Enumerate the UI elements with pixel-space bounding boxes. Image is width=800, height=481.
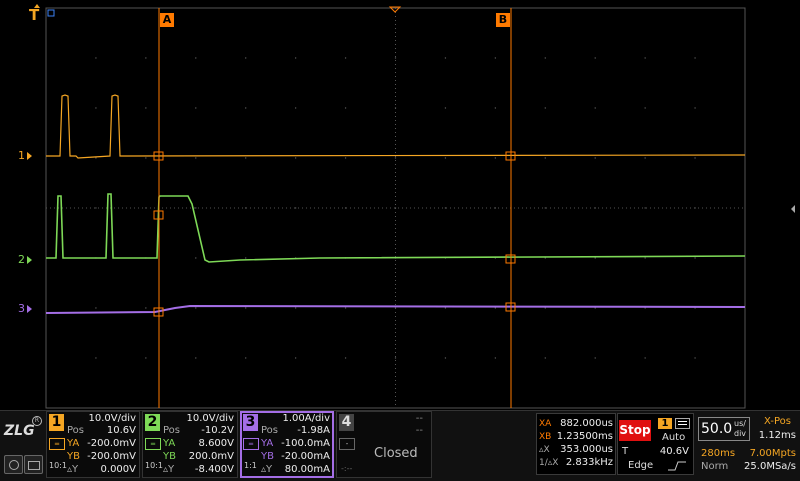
ch4-coupling-dash: -	[345, 440, 349, 448]
ch2-dc-coupling-icon: ═	[145, 438, 161, 450]
ch3-yb: -20.00mA	[281, 451, 330, 462]
trigger-source-badge[interactable]: 1	[658, 418, 672, 429]
ch3-pos: -1.98A	[297, 425, 330, 436]
cursor-b-label[interactable]: B	[496, 13, 510, 27]
ch1-pos: 10.6V	[106, 425, 136, 436]
ch3-offset-marker[interactable]: 3	[18, 302, 32, 315]
ch1-dy-label: ▵Y	[67, 464, 79, 475]
ch2-ya: 8.600V	[198, 438, 234, 449]
xpos-value: 1.12ms	[758, 430, 796, 441]
ch4-status: Closed	[374, 446, 418, 461]
ch4-pos: --	[415, 425, 423, 436]
ch1-offset-marker[interactable]: 1	[18, 149, 32, 162]
timebase-scale-box[interactable]: 50.0 us/ div	[698, 417, 750, 441]
cursor-dx-label: ▵X	[539, 445, 550, 455]
sample-rate: 25.0MSa/s	[744, 461, 796, 472]
ch2-number-badge[interactable]: 2	[145, 414, 160, 431]
trigger-level-tag: T	[622, 446, 629, 457]
ch1-offset-arrow-icon	[27, 152, 32, 160]
waveform-screen[interactable]	[0, 0, 800, 410]
ch1-scale: 10.0V/div	[88, 413, 136, 424]
chevron-left-icon	[791, 205, 795, 213]
registered-icon: R	[32, 416, 42, 426]
camera-icon	[28, 461, 40, 470]
cursor-dx: 353.000us	[560, 444, 613, 455]
ch2-dy: -8.400V	[194, 464, 234, 475]
ch2-pos: -10.2V	[201, 425, 234, 436]
ch1-ya: -200.0mV	[87, 438, 136, 449]
ch1-dy: 0.000V	[100, 464, 136, 475]
acq-mode: Norm	[701, 461, 729, 472]
timebase-panel[interactable]: 50.0 us/ div X-Pos 1.12ms 280ms 7.00Mpts…	[696, 413, 800, 475]
timebase-value: 50.0	[701, 421, 733, 437]
ch1-yb-label: YB	[67, 451, 80, 462]
ch3-yb-label: YB	[261, 451, 274, 462]
touch-icon	[9, 460, 19, 470]
cursor-xa-label: XA	[539, 419, 552, 429]
ch4-info-panel[interactable]: 4 -- -- - Closed -:--	[336, 411, 432, 478]
timebase-unit-top: us/	[734, 419, 746, 428]
cursor-xa: 882.000us	[560, 418, 613, 429]
ch1-probe-ratio: 10:1	[49, 461, 67, 470]
run-trigger-panel[interactable]: Stop 1 Auto T 40.6V Edge	[617, 413, 694, 475]
ch1-dc-coupling-icon: ═	[49, 438, 65, 450]
ch2-ya-label: YA	[163, 438, 176, 449]
ch3-pos-label: Pos	[261, 425, 279, 436]
acq-window: 280ms	[701, 448, 736, 459]
screenshot-button[interactable]	[24, 455, 43, 474]
trigger-mode[interactable]: Auto	[662, 432, 685, 443]
cursor-xb-label: XB	[539, 432, 552, 442]
trigger-coupling-icon	[675, 418, 690, 429]
trigger-level: 40.6V	[659, 446, 689, 457]
ch1-number-badge[interactable]: 1	[49, 414, 64, 431]
ch4-number-badge[interactable]: 4	[339, 414, 354, 431]
ch3-offset-arrow-icon	[27, 305, 32, 313]
trigger-arrow-icon	[34, 4, 40, 8]
ch3-dc-coupling-icon: ═	[243, 438, 259, 450]
ch1-pos-label: Pos	[67, 425, 85, 436]
ch2-offset-label: 2	[18, 253, 25, 266]
ch3-ya-label: YA	[261, 438, 274, 449]
ch2-scale: 10.0V/div	[186, 413, 234, 424]
rising-edge-icon	[668, 461, 686, 471]
ch2-probe-ratio: 10:1	[145, 461, 163, 470]
ch2-pos-label: Pos	[163, 425, 181, 436]
timebase-unit-bottom: div	[734, 429, 747, 438]
cursor-freq: 2.833kHz	[565, 457, 613, 468]
ch3-number-badge[interactable]: 3	[243, 414, 258, 431]
cursor-xb: 1.23500ms	[556, 431, 613, 442]
ch3-offset-label: 3	[18, 302, 25, 315]
ch3-dy-label: ▵Y	[261, 464, 273, 475]
cursor-readout-panel[interactable]: XA 882.000us XB 1.23500ms ▵X 353.000us 1…	[536, 413, 616, 475]
trigger-level-icon[interactable]: T	[29, 7, 39, 23]
ch2-offset-arrow-icon	[27, 256, 32, 264]
run-stop-button[interactable]: Stop	[619, 420, 651, 441]
ch3-scale: 1.00A/div	[282, 413, 330, 424]
ch1-ya-label: YA	[67, 438, 80, 449]
xpos-label: X-Pos	[764, 416, 791, 427]
ch3-probe-ratio: 1:1	[244, 461, 257, 470]
brand-logo: ZLG	[4, 423, 35, 439]
ch1-offset-label: 1	[18, 149, 25, 162]
ch1-yb: -200.0mV	[87, 451, 136, 462]
ch2-dy-label: ▵Y	[163, 464, 175, 475]
ch2-yb-label: YB	[163, 451, 176, 462]
memory-depth: 7.00Mpts	[749, 448, 796, 459]
ch2-offset-marker[interactable]: 2	[18, 253, 32, 266]
side-menu-handle[interactable]	[788, 195, 798, 225]
ch1-info-panel[interactable]: 1 10.0V/div Pos 10.6V ═ YA -200.0mV YB -…	[46, 411, 140, 478]
cursor-a-label[interactable]: A	[160, 13, 174, 27]
trigger-type[interactable]: Edge	[628, 460, 653, 471]
trigger-level-label: T	[29, 6, 40, 24]
ch3-ya: -100.0mA	[281, 438, 330, 449]
cursor-inv-dx-label: 1/▵X	[539, 458, 559, 468]
ch3-info-panel[interactable]: 3 1.00A/div Pos -1.98A ═ YA -100.0mA YB …	[240, 411, 334, 478]
ch2-info-panel[interactable]: 2 10.0V/div Pos -10.2V ═ YA 8.600V YB 20…	[142, 411, 238, 478]
ch3-dy: 80.00mA	[284, 464, 330, 475]
ch4-coupling-icon: -	[339, 438, 355, 450]
ch4-scale: --	[415, 413, 423, 424]
ch4-ratio-placeholder: -:--	[341, 464, 353, 473]
ch2-yb: 200.0mV	[188, 451, 234, 462]
touch-lock-button[interactable]	[4, 455, 23, 474]
